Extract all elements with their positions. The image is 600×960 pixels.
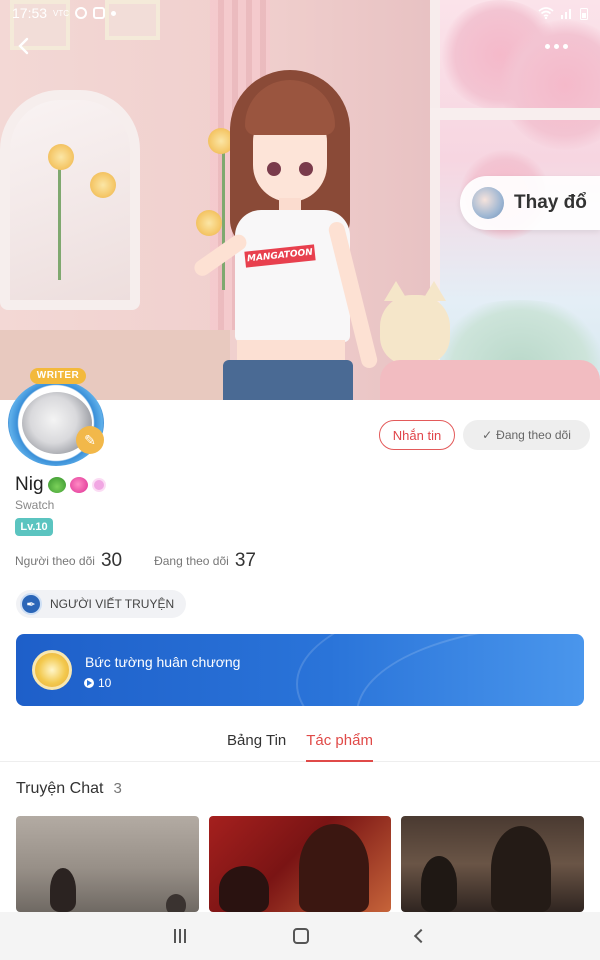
recents-icon[interactable] (173, 929, 186, 943)
signal-icon (561, 9, 571, 19)
notification-icon (75, 7, 88, 19)
section-count: 3 (113, 780, 122, 797)
status-notification-icons: VTC (53, 7, 117, 19)
medal-wall-card[interactable]: Bức tường huân chương 10 (16, 634, 584, 706)
heart-icon (69, 477, 88, 493)
cover-flower (48, 144, 74, 170)
more-options-button[interactable] (536, 32, 576, 60)
frog-icon (47, 477, 66, 493)
check-icon: ✓ (482, 428, 493, 442)
back-icon[interactable] (414, 928, 429, 944)
story-cover[interactable] (208, 816, 392, 912)
writer-tag: WRITER (30, 368, 86, 384)
wifi-icon (538, 7, 554, 19)
medal-count-row: 10 (84, 676, 111, 690)
follow-stats: Người theo dõi 30 Đang theo dõi 37 (15, 550, 282, 572)
following-button[interactable]: ✓ Đang theo dõi (463, 420, 590, 450)
pen-nib-icon: ✒ (20, 593, 42, 615)
medal-icon (32, 650, 72, 690)
home-icon[interactable] (292, 928, 309, 944)
more-notifications-icon (111, 10, 117, 16)
play-icon (84, 678, 94, 688)
cover-bed (380, 360, 600, 400)
username: Nig (15, 474, 44, 495)
cover-window-bar (430, 108, 600, 120)
media-icon (93, 7, 106, 19)
followers-label: Người theo dõi (15, 554, 95, 568)
level-badge: Lv.10 (15, 518, 53, 536)
profile-avatar[interactable]: WRITER ✎ (6, 368, 114, 468)
cover-cat-plush (380, 281, 450, 365)
tab-feed[interactable]: Bảng Tin (227, 726, 286, 762)
status-system-icons (538, 7, 588, 20)
more-dots-icon (544, 43, 550, 49)
avatar-character: MANGATOON (175, 70, 405, 400)
followers-count[interactable]: 30 (101, 550, 122, 572)
outfit-avatar-icon (472, 187, 504, 219)
cover-mirror (0, 90, 140, 310)
arrow-left-icon (18, 37, 29, 55)
change-outfit-button[interactable]: Thay đổ (460, 176, 600, 230)
role-label: NGƯỜI VIẾT TRUYỆN (50, 597, 175, 611)
system-nav-bar (0, 912, 600, 960)
status-bar: 17:53 VTC (0, 0, 600, 26)
cover-flower (90, 172, 116, 198)
username-row: Nig (15, 474, 106, 496)
message-button[interactable]: Nhắn tin (379, 420, 455, 450)
user-subname: Swatch (15, 498, 55, 512)
change-outfit-label: Thay đổ (514, 192, 587, 213)
section-title: Truyện Chat (16, 780, 104, 797)
chat-stories-header: Truyện Chat 3 (16, 780, 122, 798)
following-button-label: Đang theo dõi (496, 428, 571, 442)
following-label: Đang theo dõi (154, 554, 229, 568)
badge-icon (91, 478, 106, 492)
story-cover[interactable] (401, 816, 585, 912)
medal-wall-title: Bức tường huân chương (85, 654, 241, 670)
pen-icon: ✎ (76, 426, 104, 454)
story-list (16, 816, 585, 912)
following-count[interactable]: 37 (235, 550, 256, 572)
battery-icon (580, 7, 588, 20)
medal-count: 10 (98, 676, 112, 690)
status-time: 17:53 (12, 5, 48, 21)
profile-tabs: Bảng Tin Tác phẩm (0, 726, 600, 762)
back-button[interactable] (8, 30, 40, 62)
tab-works[interactable]: Tác phẩm (306, 726, 373, 762)
role-badge[interactable]: ✒ NGƯỜI VIẾT TRUYỆN (16, 590, 187, 618)
status-mini-text: VTC (53, 8, 70, 18)
story-cover[interactable] (16, 816, 199, 912)
